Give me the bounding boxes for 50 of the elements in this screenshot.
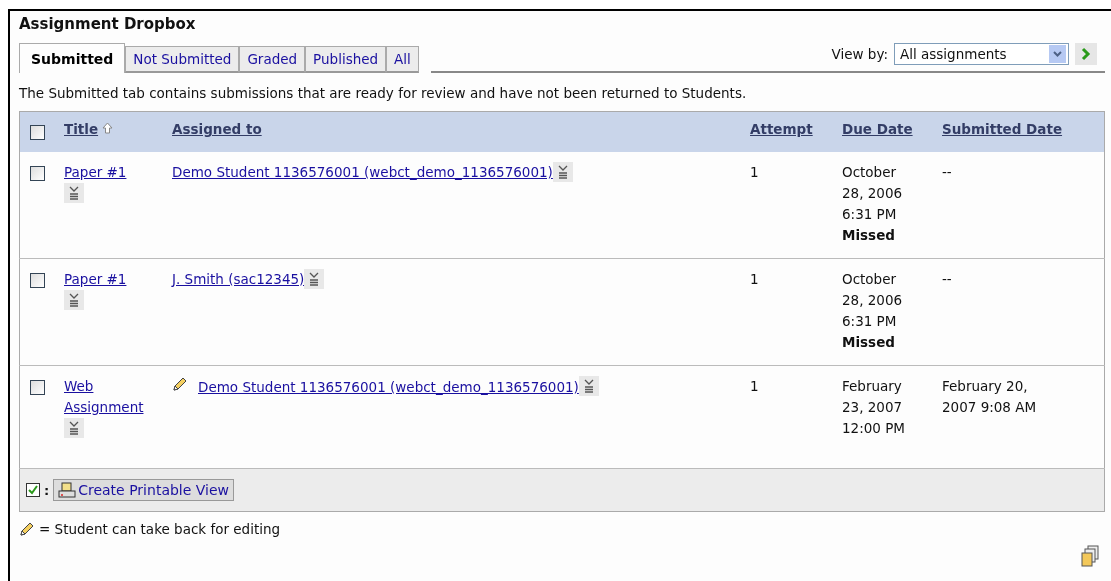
submitted-date-text: --	[942, 163, 953, 182]
printer-icon	[58, 482, 77, 498]
attempt-text: 1	[750, 378, 759, 394]
tab[interactable]: Graded	[239, 46, 306, 73]
submitted-date-text: --	[942, 270, 953, 289]
copy-icon[interactable]	[1081, 545, 1101, 567]
dropdown-icon	[1049, 45, 1066, 63]
column-header[interactable]: Assigned to	[172, 121, 262, 137]
row-checkbox[interactable]	[30, 273, 45, 288]
attempt-text: 1	[750, 164, 759, 180]
title-link[interactable]: Paper #1	[64, 269, 127, 290]
select-all-checkbox[interactable]	[30, 125, 45, 140]
legend-text: = Student can take back for editing	[39, 521, 281, 537]
title-link[interactable]: Web Assignment	[64, 376, 164, 418]
due-date-text: February 23, 2007 12:00 PM	[842, 377, 906, 438]
tab[interactable]: Not Submitted	[125, 46, 240, 73]
menu-icon[interactable]	[552, 162, 573, 182]
due-date-text: October 28, 2006 6:31 PM	[842, 270, 904, 331]
column-header[interactable]: Title	[64, 121, 99, 137]
student-link[interactable]: Demo Student 1136576001 (webct_demo_1136576001)	[198, 379, 579, 395]
menu-icon[interactable]	[64, 183, 84, 203]
tab[interactable]: Submitted	[19, 43, 126, 73]
description-text: The Submitted tab contains submissions that are ready for review and have not been returned to Students.	[19, 85, 748, 101]
menu-icon[interactable]	[64, 290, 84, 310]
menu-icon[interactable]	[64, 418, 84, 438]
checked-checkbox-icon	[26, 483, 40, 497]
row-checkbox[interactable]	[30, 166, 45, 181]
arrow-right-icon	[1080, 47, 1092, 61]
row-checkbox[interactable]	[30, 380, 45, 395]
tab[interactable]: All	[386, 46, 419, 73]
menu-icon[interactable]	[304, 269, 325, 289]
status-text: Missed	[842, 333, 896, 352]
title-link[interactable]: Paper #1	[64, 162, 127, 183]
pencil-icon	[172, 376, 188, 392]
status-text: Missed	[842, 226, 896, 245]
go-button[interactable]	[1075, 43, 1097, 65]
student-link[interactable]: J. Smith (sac12345)	[172, 271, 305, 287]
separator-text: :	[44, 482, 50, 498]
view-by-label: View by:	[831, 46, 888, 62]
page-title: Assignment Dropbox	[19, 15, 197, 33]
sort-arrow-icon	[102, 122, 114, 134]
menu-icon[interactable]	[578, 376, 599, 396]
view-by-select[interactable]: All assignments	[894, 43, 1069, 65]
submitted-date-text: February 20, 2007 9:08 AM	[942, 377, 1038, 417]
due-date-text: October 28, 2006 6:31 PM	[842, 163, 904, 224]
create-printable-view-button[interactable]: Create Printable View	[53, 479, 235, 501]
tab[interactable]: Published	[305, 46, 387, 73]
pencil-icon	[19, 521, 35, 537]
student-link[interactable]: Demo Student 1136576001 (webct_demo_1136576001)	[172, 164, 553, 180]
attempt-text: 1	[750, 271, 759, 287]
